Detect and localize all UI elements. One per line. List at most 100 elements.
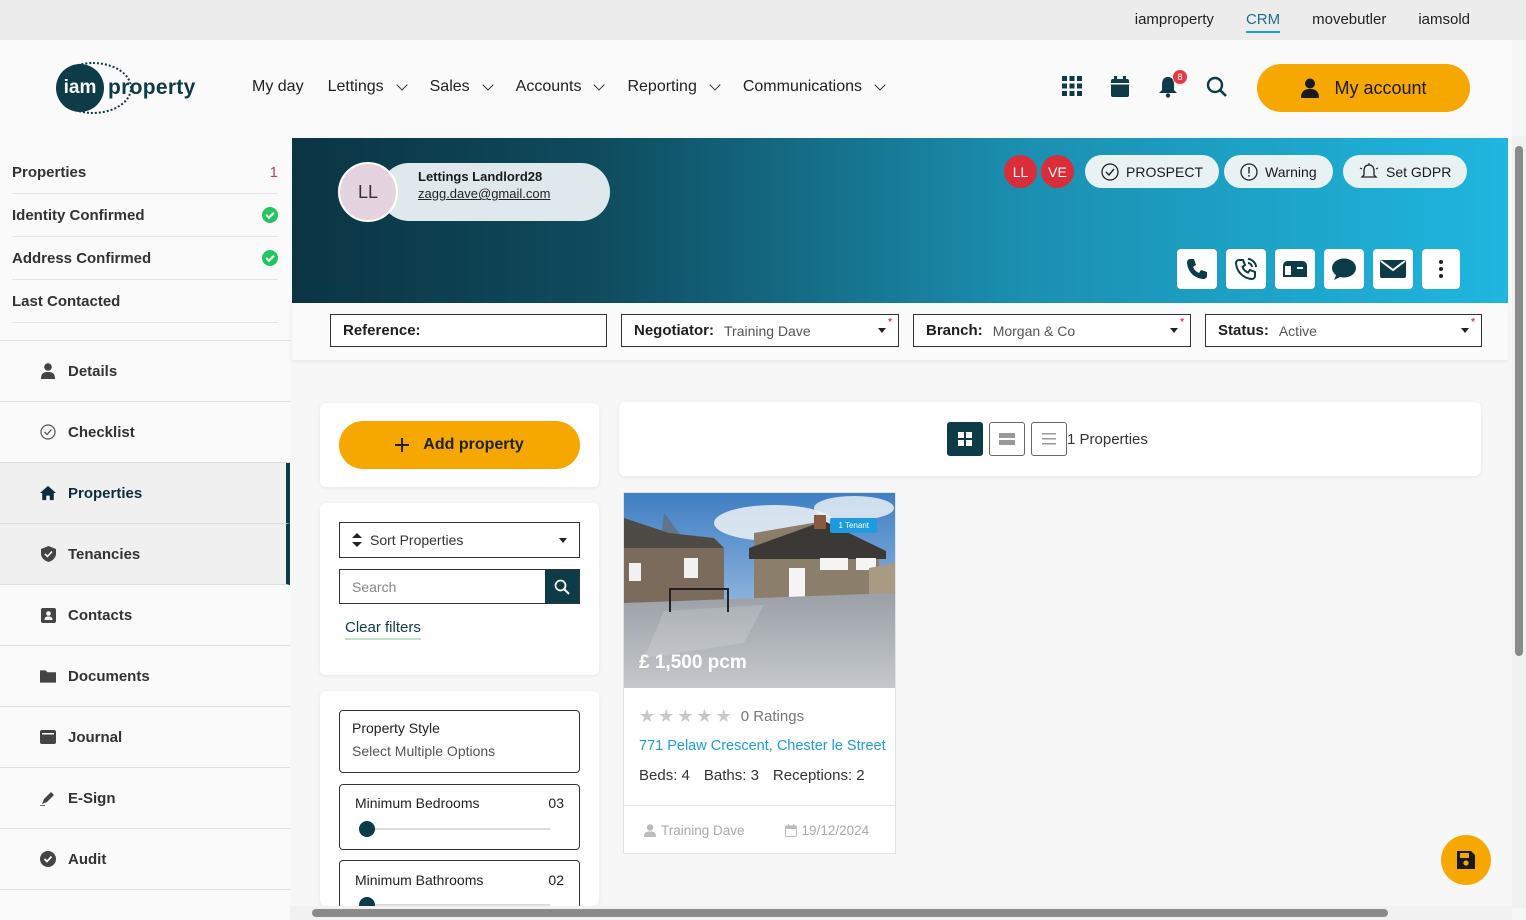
notifications-bell-icon[interactable]: 8 (1158, 70, 1187, 98)
add-property-button[interactable]: Add property (339, 421, 580, 469)
save-button[interactable] (1441, 835, 1491, 885)
horizontal-scrollbar[interactable] (290, 906, 1512, 920)
star-icon[interactable]: ★ (677, 706, 693, 727)
nav-communications[interactable]: Communications (743, 78, 886, 96)
folder-icon (40, 668, 56, 684)
star-icon[interactable]: ★ (658, 706, 674, 727)
property-style-select[interactable]: Property Style Select Multiple Options (339, 710, 580, 773)
mailbox-button[interactable] (1275, 249, 1315, 289)
list-view-button[interactable] (1031, 422, 1067, 456)
link-iamsold[interactable]: iamsold (1418, 11, 1470, 33)
min-bedrooms-filter: Minimum Bedrooms 03 (339, 784, 580, 850)
phone-call-button[interactable] (1177, 249, 1217, 289)
min-bedrooms-slider[interactable] (359, 821, 550, 837)
link-movebutler[interactable]: movebutler (1312, 11, 1386, 33)
sidebar-item-properties[interactable]: Properties (0, 463, 290, 524)
horizontal-scroll-thumb[interactable] (312, 909, 1388, 917)
property-specs: Beds: 4 Baths: 3 Receptions: 2 (639, 767, 865, 784)
nav-accounts[interactable]: Accounts (515, 78, 606, 96)
user-avatar[interactable]: VE (1041, 155, 1074, 188)
status-select[interactable]: Status: Active * (1205, 314, 1482, 347)
link-iamproperty[interactable]: iamproperty (1135, 11, 1214, 33)
list-icon (1042, 433, 1056, 445)
min-bedrooms-row: Minimum Bedrooms 03 (355, 795, 564, 811)
caret-down-icon (878, 328, 886, 333)
link-crm[interactable]: CRM (1245, 11, 1281, 33)
nav-label: My day (252, 78, 304, 95)
branch-select[interactable]: Branch: Morgan & Co * (913, 314, 1191, 347)
check-circle-icon (40, 851, 56, 867)
star-icon[interactable]: ★ (696, 706, 712, 727)
star-icon[interactable]: ★ (716, 706, 732, 727)
view-switcher: 1 Properties (947, 422, 1148, 456)
search-button[interactable] (545, 570, 579, 603)
warning-button[interactable]: Warning (1224, 155, 1333, 188)
sidebar-item-label: Journal (68, 728, 123, 746)
sidebar-item-esign[interactable]: E-Sign (0, 768, 290, 829)
property-address-link[interactable]: 771 Pelaw Crescent, Chester le Street (639, 738, 886, 754)
email-button[interactable] (1373, 249, 1413, 289)
clear-filters-link[interactable]: Clear filters (345, 619, 421, 640)
more-vertical-icon (1439, 260, 1443, 278)
sidebar-item-audit[interactable]: Audit (0, 829, 290, 890)
set-gdpr-button[interactable]: Set GDPR (1343, 155, 1468, 188)
rows-view-button[interactable] (989, 422, 1025, 456)
logo[interactable]: iam property (54, 62, 196, 114)
search-input[interactable]: Search (340, 570, 545, 603)
chevron-down-icon (481, 79, 494, 91)
calendar-icon[interactable] (1110, 76, 1132, 98)
stat-label: Address Confirmed (12, 249, 152, 267)
nav-label: Accounts (515, 78, 582, 95)
star-icon[interactable]: ★ (639, 706, 655, 727)
property-photo[interactable]: 1 Tenant £ 1,500 pcm (624, 493, 895, 688)
grid-view-button[interactable] (947, 422, 983, 456)
sort-properties-select[interactable]: Sort Properties (339, 522, 580, 558)
slider-handle[interactable] (359, 897, 375, 906)
apps-grid-icon[interactable] (1062, 76, 1084, 98)
call-log-button[interactable] (1226, 249, 1266, 289)
property-card[interactable]: 1 Tenant £ 1,500 pcm ★ ★ ★ ★ ★ 0 Ratings… (623, 492, 896, 854)
sidebar-item-contacts[interactable]: Contacts (0, 585, 290, 646)
filters-card: Property Style Select Multiple Options M… (320, 691, 599, 906)
slider-handle[interactable] (359, 821, 375, 837)
product-switcher: iamproperty CRM movebutler iamsold (1135, 11, 1470, 33)
stat-last-contacted: Last Contacted (12, 280, 278, 323)
vertical-scrollbar[interactable] (1512, 136, 1526, 908)
more-options-button[interactable] (1422, 249, 1460, 289)
nav-my-day[interactable]: My day (252, 78, 304, 96)
date-value: 19/12/2024 (801, 822, 870, 838)
nav-lettings[interactable]: Lettings (328, 78, 408, 96)
sort-icon (352, 533, 362, 547)
reference-field[interactable]: Reference: (330, 314, 607, 347)
sidebar-item-label: Details (68, 362, 118, 380)
negotiator-select[interactable]: Negotiator: Training Dave * (621, 314, 899, 347)
chevron-down-icon (709, 79, 721, 91)
stat-label: Properties (12, 163, 87, 181)
contact-email-link[interactable]: zagg.dave@gmail.com (418, 186, 610, 201)
sidebar-item-label: Documents (68, 667, 150, 685)
prospect-badge[interactable]: PROSPECT (1085, 155, 1220, 188)
sidebar-item-label: Properties (68, 484, 143, 502)
sidebar-item-documents[interactable]: Documents (0, 646, 290, 707)
sidebar-item-journal[interactable]: Journal (0, 707, 290, 768)
sidebar-item-checklist[interactable]: Checklist (0, 402, 290, 463)
prospect-label: PROSPECT (1126, 163, 1204, 180)
user-icon (644, 823, 656, 837)
record-fields-bar: Reference: Negotiator: Training Dave * B… (292, 303, 1508, 360)
baths-count: Baths: 3 (703, 767, 759, 784)
my-account-button[interactable]: My account (1257, 64, 1470, 112)
sidebar-item-details[interactable]: Details (0, 341, 290, 402)
nav-reporting[interactable]: Reporting (627, 78, 721, 96)
sms-button[interactable] (1324, 249, 1364, 289)
search-icon (554, 579, 570, 595)
sidebar-item-tenancies[interactable]: Tenancies (0, 524, 290, 585)
min-bathrooms-filter: Minimum Bathrooms 02 (339, 860, 580, 906)
phone-outgoing-icon (1234, 258, 1257, 281)
search-icon[interactable] (1206, 76, 1228, 98)
vertical-scroll-thumb[interactable] (1515, 146, 1523, 656)
stat-label: Identity Confirmed (12, 206, 145, 224)
user-avatar[interactable]: LL (1004, 155, 1037, 188)
nav-sales[interactable]: Sales (430, 78, 494, 96)
check-circle-outline-icon (1101, 162, 1119, 181)
calendar-icon (784, 823, 797, 837)
